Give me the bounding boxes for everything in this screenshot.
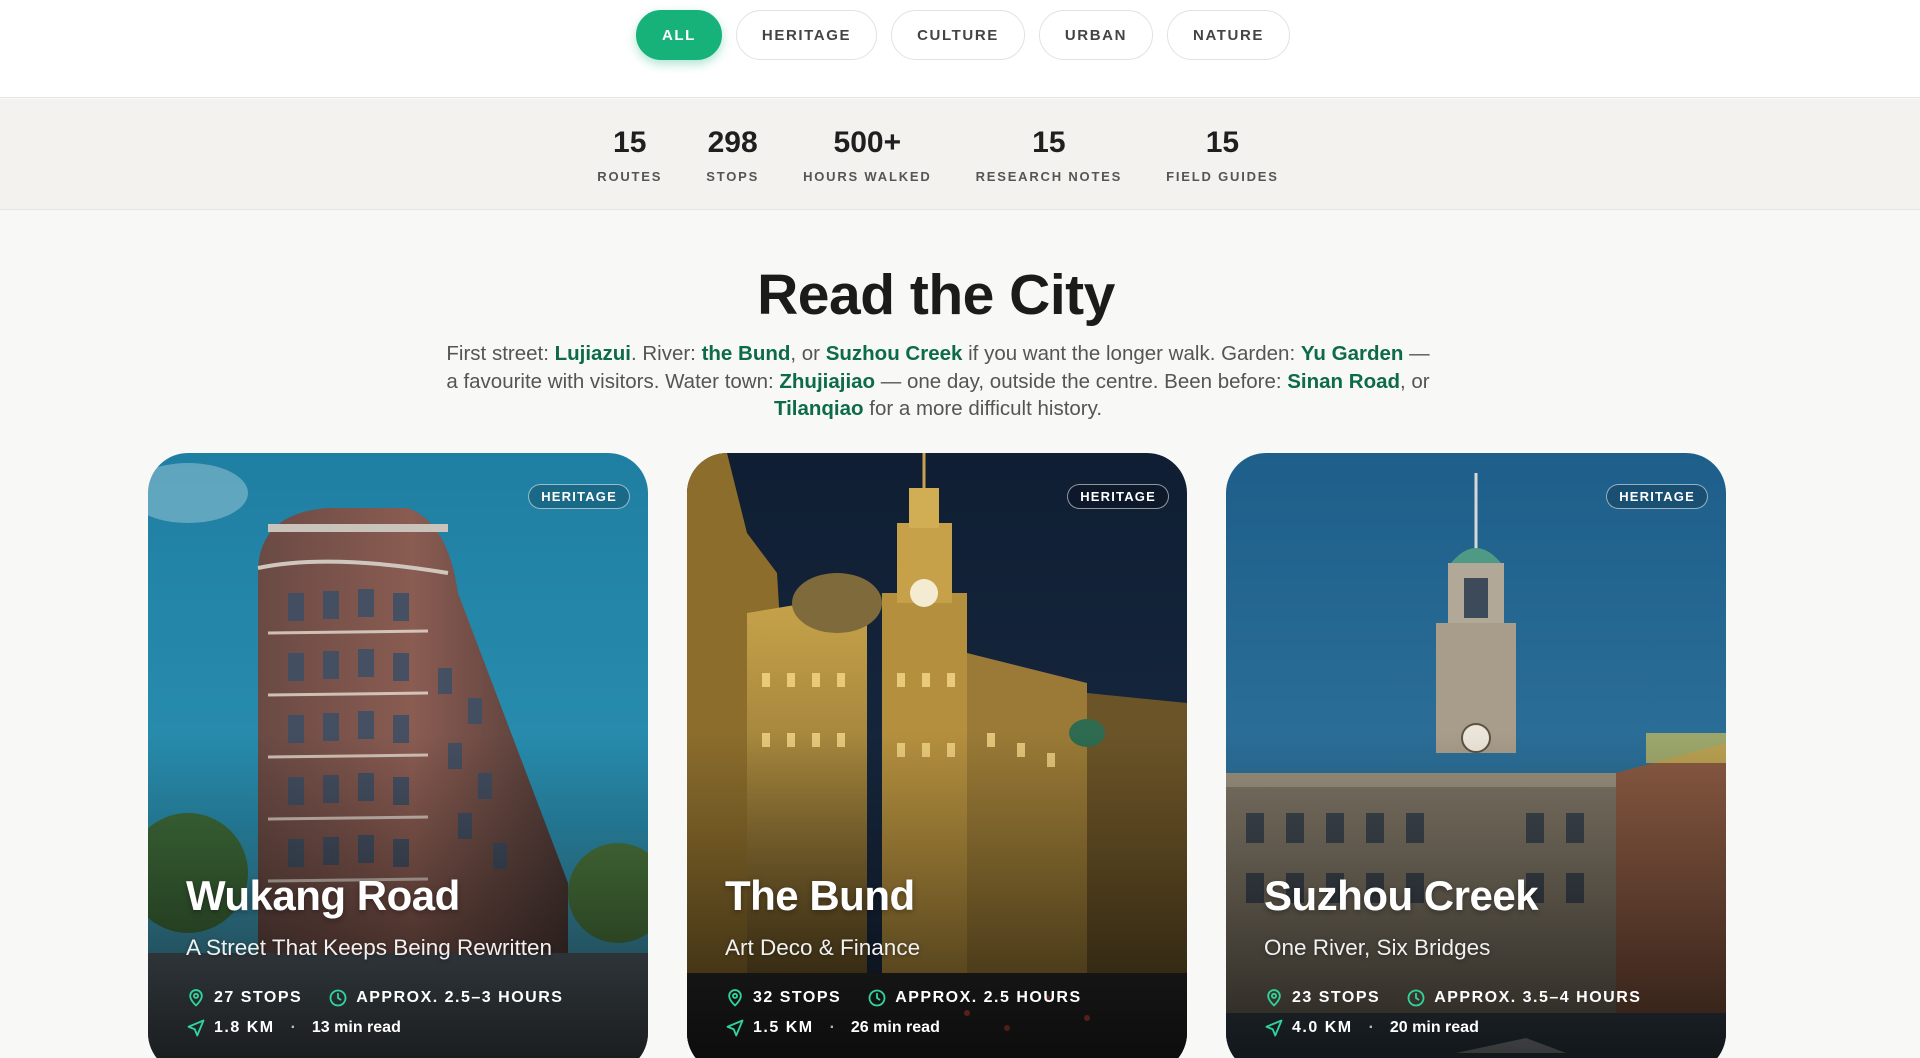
- link-sinan-road[interactable]: Sinan Road: [1287, 370, 1400, 393]
- clock-icon: [328, 988, 348, 1008]
- filter-all-button[interactable]: ALL: [635, 10, 722, 60]
- card-subtitle: One River, Six Bridges: [1264, 935, 1491, 960]
- navigation-arrow-icon: [186, 1018, 206, 1038]
- filter-culture-button[interactable]: CULTURE: [891, 10, 1025, 60]
- distance: 1.5 KM: [753, 1019, 814, 1036]
- stat-field-guides: 15 FIELD GUIDES: [1166, 126, 1279, 209]
- card-meta-row: 1.5 KM · 26 min read: [725, 1018, 940, 1038]
- intro-paragraph: First street: Lujiazui. River: the Bund,…: [445, 340, 1475, 423]
- stat-routes: 15 ROUTES: [597, 126, 662, 209]
- intro-text: if you want the longer walk. Garden:: [962, 342, 1301, 365]
- category-filters: ALL HERITAGE CULTURE URBAN NATURE: [0, 10, 1920, 60]
- card-meta-row: 23 STOPS APPROX. 3.5–4 HOURS: [1264, 988, 1641, 1008]
- separator-dot: ·: [290, 1019, 296, 1036]
- read-time: 20 min read: [1389, 1019, 1479, 1036]
- card-meta-row: 27 STOPS APPROX. 2.5–3 HOURS: [186, 988, 563, 1008]
- card-subtitle: A Street That Keeps Being Rewritten: [186, 935, 553, 960]
- route-card-the-bund[interactable]: HERITAGE The Bund Art Deco & Finance 32 …: [687, 453, 1187, 1058]
- stops-count: 27 STOPS: [214, 989, 303, 1006]
- intro-text: First street:: [446, 342, 555, 365]
- intro-text: , or: [1400, 369, 1430, 393]
- clock-icon: [1406, 988, 1426, 1008]
- stat-value: 15: [1032, 126, 1066, 159]
- card-meta-row: 4.0 KM · 20 min read: [1264, 1018, 1479, 1038]
- stat-research-notes: 15 RESEARCH NOTES: [976, 126, 1123, 209]
- filter-bar: ALL HERITAGE CULTURE URBAN NATURE: [0, 0, 1920, 98]
- stat-label: RESEARCH NOTES: [975, 169, 1123, 184]
- card-gradient-overlay: [1226, 453, 1726, 1058]
- link-lujiazui[interactable]: Lujiazui: [555, 342, 631, 365]
- intro-text: — one day, outside the centre. Been befo…: [875, 369, 1288, 393]
- link-the-bund[interactable]: the Bund: [702, 342, 791, 365]
- stops-count: 32 STOPS: [753, 989, 842, 1006]
- link-zhujiajiao[interactable]: Zhujiajiao: [779, 370, 875, 393]
- map-pin-icon: [1264, 988, 1284, 1008]
- intro-text: . River:: [630, 342, 702, 365]
- read-time: 26 min read: [850, 1019, 940, 1036]
- stat-hours-walked: 500+ HOURS WALKED: [803, 126, 932, 209]
- stat-label: ROUTES: [597, 169, 663, 184]
- distance: 4.0 KM: [1292, 1019, 1353, 1036]
- stat-label: STOPS: [706, 169, 760, 184]
- route-card-wukang-road[interactable]: HERITAGE Wukang Road A Street That Keeps…: [148, 453, 648, 1058]
- stats-band: 15 ROUTES 298 STOPS 500+ HOURS WALKED 15…: [0, 99, 1920, 210]
- card-gradient-overlay: [148, 453, 648, 1058]
- stat-value: 15: [613, 126, 647, 159]
- filter-heritage-button[interactable]: HERITAGE: [735, 10, 878, 60]
- card-subtitle: Art Deco & Finance: [725, 935, 921, 960]
- category-badge: HERITAGE: [1606, 484, 1708, 509]
- card-title: Suzhou Creek: [1264, 872, 1539, 919]
- duration: APPROX. 2.5–3 HOURS: [356, 989, 564, 1006]
- stat-value: 15: [1205, 126, 1240, 159]
- route-cards: HERITAGE Wukang Road A Street That Keeps…: [148, 453, 1726, 1058]
- intro-section: Read the City First street: Lujiazui. Ri…: [0, 262, 1920, 423]
- duration: APPROX. 2.5 HOURS: [895, 989, 1082, 1006]
- stat-label: FIELD GUIDES: [1166, 169, 1279, 184]
- stops-count: 23 STOPS: [1292, 989, 1381, 1006]
- separator-dot: ·: [829, 1019, 835, 1036]
- link-tilanqiao[interactable]: Tilanqiao: [774, 397, 864, 420]
- filter-urban-button[interactable]: URBAN: [1038, 10, 1154, 60]
- card-title: Wukang Road: [186, 872, 460, 919]
- category-badge: HERITAGE: [1067, 484, 1169, 509]
- intro-text: , or: [790, 342, 826, 365]
- distance: 1.8 KM: [214, 1019, 275, 1036]
- map-pin-icon: [186, 988, 206, 1008]
- card-meta-row: 32 STOPS APPROX. 2.5 HOURS: [725, 988, 1082, 1008]
- link-yu-garden[interactable]: Yu Garden: [1301, 342, 1404, 365]
- stat-value: 500+: [833, 126, 902, 159]
- card-gradient-overlay: [687, 453, 1187, 1058]
- category-badge: HERITAGE: [528, 484, 630, 509]
- stat-label: HOURS WALKED: [803, 169, 932, 184]
- navigation-arrow-icon: [1264, 1018, 1284, 1038]
- separator-dot: ·: [1368, 1019, 1374, 1036]
- section-title: Read the City: [757, 263, 1115, 327]
- route-card-suzhou-creek[interactable]: HERITAGE Suzhou Creek One River, Six Bri…: [1226, 453, 1726, 1058]
- intro-text: for a more difficult history.: [863, 397, 1103, 420]
- stat-value: 298: [707, 126, 758, 159]
- card-title: The Bund: [725, 872, 915, 919]
- card-meta-row: 1.8 KM · 13 min read: [186, 1018, 401, 1038]
- link-suzhou-creek[interactable]: Suzhou Creek: [826, 342, 963, 365]
- filter-nature-button[interactable]: NATURE: [1167, 10, 1291, 60]
- stat-stops: 298 STOPS: [706, 126, 759, 209]
- map-pin-icon: [725, 988, 745, 1008]
- read-time: 13 min read: [311, 1019, 401, 1036]
- navigation-arrow-icon: [725, 1018, 745, 1038]
- duration: APPROX. 3.5–4 HOURS: [1434, 989, 1642, 1006]
- clock-icon: [867, 988, 887, 1008]
